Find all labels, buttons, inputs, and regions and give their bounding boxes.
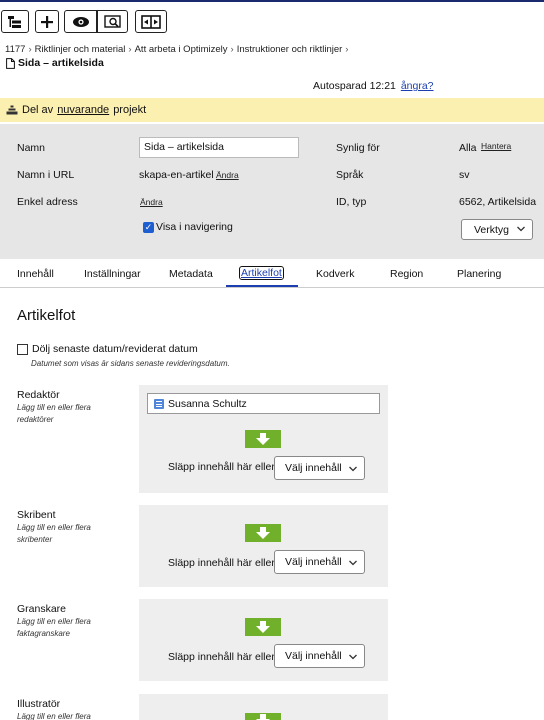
view-icon [72,16,89,27]
add-icon [41,15,53,28]
autosave-status: Autosparad 12:21 ångra? [313,80,434,92]
page-title-row: Sida – artikelsida [6,57,104,69]
name-label: Namn [17,142,46,154]
choose-content-button[interactable]: Välj innehåll [274,456,365,480]
chevron-down-icon [517,226,525,232]
chevron-down-icon [349,560,357,566]
chevron-down-icon [349,654,357,660]
content-item-label: Susanna Schultz [168,397,247,410]
tab-bar: Innehåll Inställningar Metadata Artikelf… [0,262,544,288]
chevron-right-icon: › [230,44,234,55]
compare-button[interactable] [135,10,167,33]
drop-text: Släpp innehåll här eller [168,461,275,473]
drop-arrow-icon [245,618,281,636]
illustrator-label: Illustratör [17,698,61,710]
manage-access-link[interactable]: Hantera [481,141,511,151]
drop-text: Släpp innehåll här eller [168,557,275,569]
preview-icon [103,14,121,28]
reviewer-dropzone[interactable]: Släpp innehåll här eller Välj innehåll [139,599,388,681]
visible-for-value: Alla [459,142,477,154]
chevron-right-icon: › [345,44,349,55]
writer-help: Lägg till en eller flera skribenter [17,523,91,544]
reviewer-label: Granskare [17,603,67,615]
tab-region[interactable]: Region [390,268,423,280]
breadcrumb-item[interactable]: 1177 [5,44,25,55]
choose-content-button[interactable]: Välj innehåll [274,644,365,668]
choose-content-label: Välj innehåll [285,650,342,662]
reviewer-help: Lägg till en eller flera faktagranskare [17,617,91,638]
show-in-navigation-label: Visa i navigering [156,221,233,233]
drop-arrow-icon [245,430,281,448]
language-value: sv [459,169,470,181]
current-project-link[interactable]: nuvarande [57,104,109,116]
properties-panel: Namn Sida – artikelsida Namn i URL skapa… [0,124,544,259]
autosave-text: Autosparad 12:21 [313,80,396,92]
choose-content-label: Välj innehåll [285,462,342,474]
url-label: Namn i URL [17,169,75,181]
navigation-tree-button[interactable] [1,10,29,33]
checkmark-icon: ✓ [143,221,154,233]
tab-content[interactable]: Innehåll [17,268,54,280]
name-input[interactable]: Sida – artikelsida [139,137,299,158]
hide-date-help: Datumet som visas är sidans senaste revi… [31,359,230,368]
chevron-right-icon: › [128,44,132,55]
banner-prefix: Del av [22,104,54,116]
checkbox-box [17,343,28,355]
show-in-navigation-checkbox[interactable]: ✓ Visa i navigering [143,221,233,233]
url-value: skapa-en-artikel [139,169,214,181]
drop-arrow-icon [245,713,281,720]
preview-button[interactable] [97,10,128,33]
section-title: Artikelfot [17,307,76,324]
tools-dropdown[interactable]: Verktyg [461,219,533,240]
page-icon [154,399,164,409]
navigation-tree-icon [8,15,21,28]
visible-for-label: Synlig för [336,142,380,154]
project-icon [6,105,18,115]
language-label: Språk [336,169,364,181]
hide-date-checkbox[interactable]: Dölj senaste datum/reviderat datum [17,343,198,355]
tab-metadata[interactable]: Metadata [169,268,213,280]
active-tab-indicator [226,285,298,287]
banner-suffix: projekt [113,104,147,116]
tab-settings[interactable]: Inställningar [84,268,141,280]
project-banner: Del av nuvarande projekt [0,98,544,122]
tab-code-systems[interactable]: Kodverk [316,268,355,280]
page-title: Sida – artikelsida [18,57,104,69]
chevron-down-icon [349,466,357,472]
editor-dropzone[interactable]: Susanna Schultz Släpp innehåll här eller… [139,385,388,493]
id-type-value: 6562, Artikelsida [459,196,537,208]
editor-help: Lägg till en eller flera redaktörer [17,403,91,424]
drop-text: Släpp innehåll här eller [168,651,275,663]
toolbar [0,2,544,40]
breadcrumb-item[interactable]: Instruktioner och riktlinjer [237,44,343,55]
breadcrumb-item[interactable]: Att arbeta i Optimizely [135,44,228,55]
hide-date-label: Dölj senaste datum/reviderat datum [32,343,198,355]
tab-article-footer[interactable]: Artikelfot [239,266,284,280]
change-simple-address-link[interactable]: Ändra [140,197,163,207]
breadcrumb-item[interactable]: Riktlinjer och material [35,44,126,55]
content-item[interactable]: Susanna Schultz [147,393,380,414]
writer-dropzone[interactable]: Släpp innehåll här eller Välj innehåll [139,505,388,587]
document-icon [6,57,15,69]
change-url-link[interactable]: Ändra [216,170,239,180]
illustrator-help: Lägg till en eller flera [17,712,91,720]
simple-address-label: Enkel adress [17,196,78,208]
add-button[interactable] [35,10,59,33]
compare-icon [141,14,161,29]
chevron-right-icon: › [28,44,32,55]
choose-content-button[interactable]: Välj innehåll [274,550,365,574]
breadcrumb: 1177 › Riktlinjer och material › Att arb… [5,44,351,55]
tools-label: Verktyg [474,223,510,236]
tab-planning[interactable]: Planering [457,268,501,280]
editor-label: Redaktör [17,389,60,401]
drop-arrow-icon [245,524,281,542]
writer-label: Skribent [17,509,56,521]
illustrator-dropzone[interactable] [139,694,388,720]
undo-link[interactable]: ångra? [401,80,434,92]
id-type-label: ID, typ [336,196,367,208]
choose-content-label: Välj innehåll [285,556,342,568]
view-button[interactable] [64,10,97,33]
